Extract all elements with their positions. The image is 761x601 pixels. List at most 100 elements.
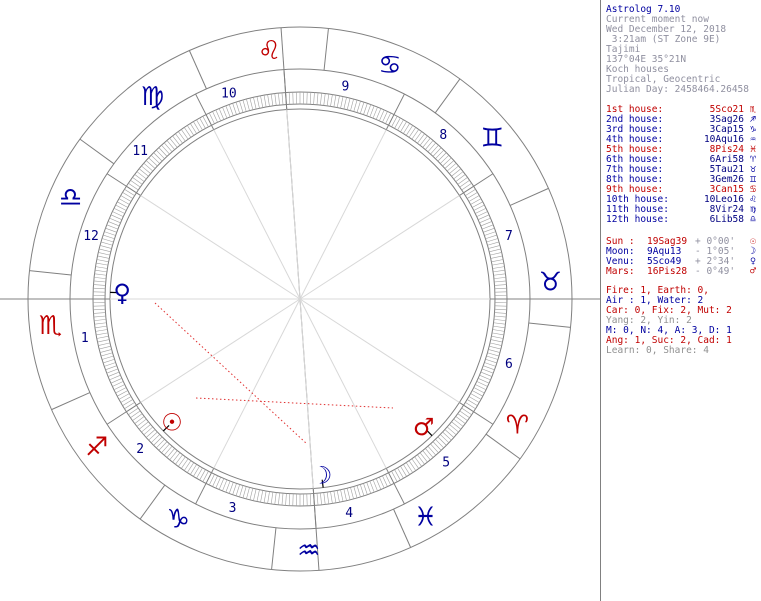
degree-tick bbox=[183, 460, 192, 471]
degree-tick bbox=[155, 439, 165, 449]
degree-tick bbox=[150, 434, 160, 444]
degree-tick bbox=[453, 418, 464, 427]
degree-tick bbox=[235, 102, 241, 114]
degree-tick bbox=[96, 259, 109, 263]
house-row: 12th house: 6Lib58 ♎ bbox=[601, 215, 761, 225]
degree-tick bbox=[422, 137, 431, 148]
house-spoke bbox=[213, 129, 301, 300]
degree-tick bbox=[480, 221, 493, 227]
degree-tick bbox=[181, 129, 189, 140]
sign-boundary bbox=[509, 187, 549, 206]
zodiac-sign-icon: ♒ bbox=[297, 536, 320, 566]
degree-tick bbox=[425, 448, 434, 458]
degree-tick bbox=[143, 426, 154, 436]
degree-tick bbox=[484, 231, 496, 236]
degree-tick bbox=[109, 374, 121, 381]
sign-boundary bbox=[188, 50, 207, 90]
degree-tick bbox=[101, 238, 114, 243]
degree-tick bbox=[411, 129, 419, 140]
degree-tick bbox=[350, 487, 354, 500]
degree-tick bbox=[457, 413, 468, 421]
degree-tick bbox=[414, 131, 422, 142]
degree-tick bbox=[309, 493, 312, 506]
degree-tick bbox=[340, 489, 344, 502]
planet-icon: ☽ bbox=[311, 462, 333, 490]
degree-tick bbox=[105, 365, 117, 371]
degree-tick bbox=[457, 177, 468, 185]
degree-tick bbox=[134, 416, 145, 424]
degree-tick bbox=[326, 93, 330, 106]
degree-tick bbox=[366, 482, 372, 494]
house-cusp-line bbox=[459, 173, 494, 196]
degree-tick bbox=[93, 284, 106, 286]
degree-tick bbox=[442, 431, 452, 441]
degree-tick bbox=[242, 486, 247, 499]
degree-tick bbox=[138, 168, 149, 177]
degree-tick bbox=[93, 287, 106, 290]
degree-tick bbox=[228, 482, 234, 494]
degree-tick bbox=[181, 458, 189, 469]
degree-tick bbox=[166, 140, 175, 150]
house-cusp-line bbox=[459, 402, 494, 425]
degree-tick bbox=[359, 102, 365, 114]
degree-tick bbox=[316, 493, 319, 506]
degree-tick bbox=[353, 99, 358, 112]
info-panel: Astrolog 7.10 Current moment now Wed Decem… bbox=[600, 0, 761, 601]
degree-tick bbox=[432, 147, 442, 157]
degree-tick bbox=[493, 269, 506, 273]
degree-tick bbox=[288, 92, 291, 105]
degree-tick bbox=[228, 104, 234, 116]
degree-tick bbox=[487, 241, 500, 246]
degree-tick bbox=[375, 478, 382, 490]
degree-tick bbox=[350, 98, 354, 111]
degree-tick bbox=[340, 96, 344, 109]
degree-tick bbox=[169, 450, 178, 461]
degree-tick bbox=[158, 441, 168, 451]
degree-tick bbox=[110, 378, 122, 384]
degree-tick bbox=[172, 452, 181, 463]
degree-tick bbox=[449, 165, 459, 174]
degree-tick bbox=[253, 488, 257, 501]
degree-tick bbox=[492, 329, 505, 332]
house-cusp-line bbox=[106, 173, 141, 196]
degree-tick bbox=[446, 426, 457, 436]
degree-tick bbox=[222, 106, 228, 119]
wheel-structure bbox=[0, 26, 600, 572]
degree-tick bbox=[491, 262, 504, 266]
degree-tick bbox=[232, 483, 237, 495]
zodiac-sign-icon: ♑ bbox=[167, 505, 190, 535]
degree-tick bbox=[163, 142, 173, 153]
degree-tick bbox=[330, 491, 333, 504]
degree-tick bbox=[485, 358, 497, 364]
degree-tick bbox=[130, 180, 141, 188]
house-number: 6 bbox=[505, 357, 513, 372]
degree-tick bbox=[132, 177, 143, 185]
house-spoke bbox=[299, 298, 314, 489]
degree-tick bbox=[249, 488, 254, 500]
house-label: 12th house: bbox=[606, 214, 669, 225]
degree-tick bbox=[239, 100, 244, 113]
house-number: 9 bbox=[342, 79, 350, 94]
degree-tick bbox=[94, 273, 107, 276]
degree-tick bbox=[235, 484, 241, 496]
planet-row: Mars: 16Pis28 - 0°49' ♂ bbox=[601, 267, 761, 277]
degree-tick bbox=[155, 149, 165, 159]
sign-boundary bbox=[51, 392, 91, 411]
degree-tick bbox=[455, 174, 466, 182]
degree-tick bbox=[175, 133, 183, 144]
degree-tick bbox=[444, 160, 455, 169]
degree-tick bbox=[94, 319, 107, 321]
zodiac-sign-icon: ♌ bbox=[258, 36, 281, 66]
degree-tick bbox=[218, 108, 225, 120]
degree-tick bbox=[359, 484, 365, 496]
degree-tick bbox=[153, 436, 163, 446]
degree-tick bbox=[430, 144, 439, 155]
degree-tick bbox=[260, 490, 264, 503]
degree-tick bbox=[183, 127, 192, 138]
degree-tick bbox=[430, 443, 439, 454]
degree-tick bbox=[408, 460, 417, 471]
degree-tick bbox=[163, 445, 173, 456]
degree-tick bbox=[494, 312, 507, 314]
degree-tick bbox=[278, 93, 280, 106]
sign-boundary bbox=[139, 484, 166, 520]
